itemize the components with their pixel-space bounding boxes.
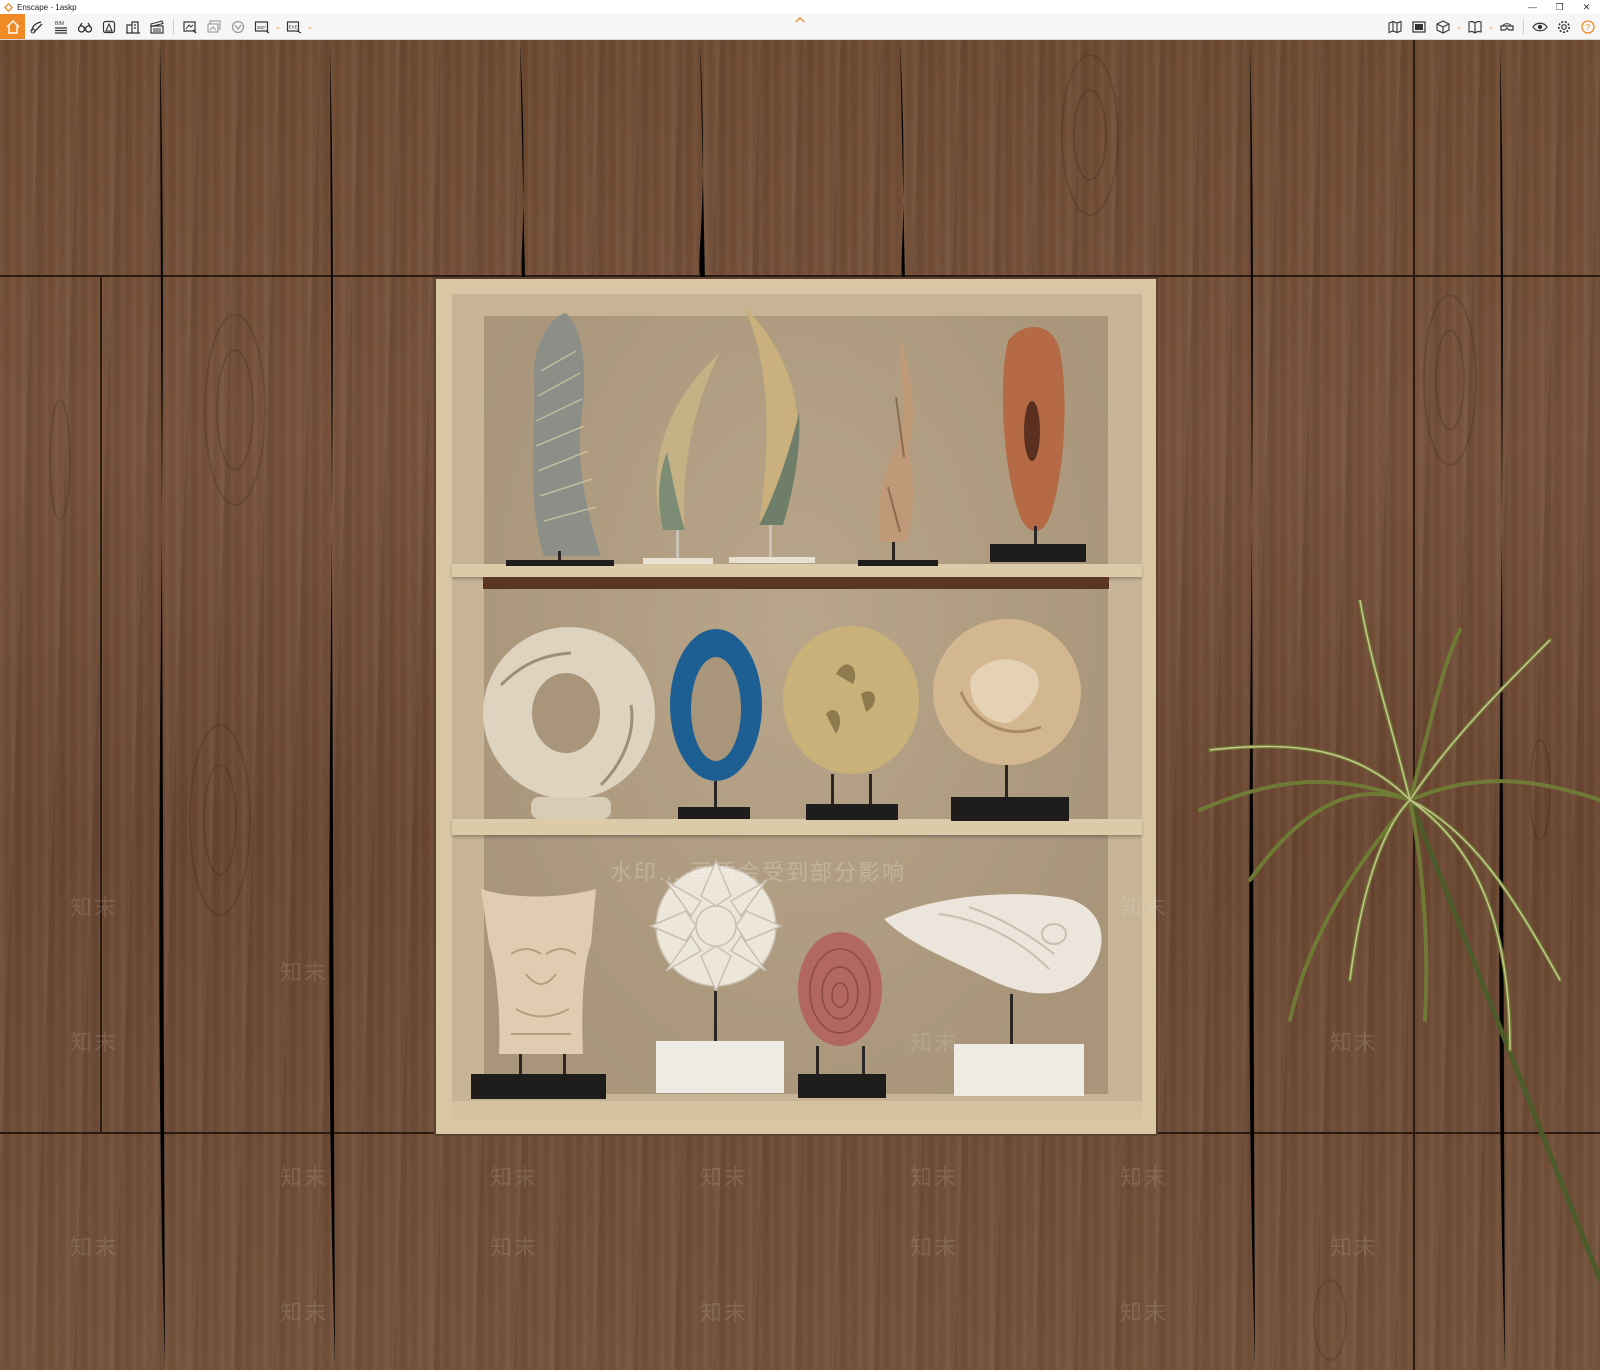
atmosphere-icon: [102, 20, 116, 33]
eye-icon: [1532, 22, 1548, 31]
home-button[interactable]: [0, 14, 25, 39]
close-button[interactable]: ✕: [1573, 0, 1600, 14]
bim-icon: BIM: [55, 21, 67, 34]
visibility-button[interactable]: [1528, 14, 1552, 39]
atmosphere-button[interactable]: [97, 14, 121, 39]
settings-button[interactable]: [1552, 14, 1576, 39]
panorama-label: 360°: [257, 25, 267, 30]
render-viewport[interactable]: 水印… 画质会受到部分影响 知末 知末 知末 知末 知末 知末 知末 知末 知末…: [0, 40, 1600, 1370]
batch-render-icon: [207, 19, 221, 33]
window-controls: — ❐ ✕: [1519, 0, 1600, 14]
vr-icon: [231, 20, 245, 33]
driftwood-sculpture: [858, 337, 938, 566]
red-oval-sculpture: [798, 932, 886, 1098]
toolbar-right-group: ⌄ ⌄ ?: [1383, 14, 1600, 39]
export-label: EXE: [289, 24, 298, 29]
batch-render-button[interactable]: [202, 14, 226, 39]
asset-library-icon: [30, 20, 43, 33]
export-button[interactable]: EXE: [282, 14, 306, 39]
panorama-dropdown-caret[interactable]: ⌄: [274, 14, 282, 39]
pierced-disc-sculpture: [783, 626, 919, 820]
clapperboard-icon: [150, 19, 164, 34]
restore-button[interactable]: ❐: [1546, 0, 1573, 14]
headset-icon: [1500, 22, 1514, 31]
help-button[interactable]: ?: [1576, 14, 1600, 39]
cube-button[interactable]: [1431, 14, 1455, 39]
export-dropdown-caret[interactable]: ⌄: [306, 14, 314, 39]
bim-label: BIM: [55, 21, 64, 27]
niche-floor: [452, 1101, 1142, 1119]
carved-wood-slab-sculpture: [990, 327, 1086, 562]
white-bird-sculpture: [884, 894, 1102, 1096]
blue-oval-sculpture: [670, 629, 762, 819]
carved-tribal-mask-sculpture: [471, 889, 606, 1099]
white-lotus-flower-sculpture: [649, 859, 784, 1093]
book-icon: [1468, 20, 1482, 34]
home-icon: [6, 19, 19, 34]
cube-icon: [1436, 19, 1450, 34]
feather-sculpture: [506, 313, 614, 566]
panorama-icon: 360°: [254, 20, 270, 33]
chevron-up-icon: [795, 16, 805, 22]
screenshot-icon: [183, 20, 197, 33]
white-ring-sculpture: [483, 627, 655, 819]
window-title: Enscape - 1askp: [17, 2, 77, 12]
headset-button[interactable]: [1495, 14, 1519, 39]
gear-icon: [1558, 20, 1570, 33]
potted-palm-plant: [1198, 600, 1600, 1283]
binoculars-button[interactable]: [73, 14, 97, 39]
screenshot-button[interactable]: [178, 14, 202, 39]
wood-trim-strip: [483, 577, 1109, 589]
display-niche: [436, 279, 1156, 1134]
book-dropdown-caret[interactable]: ⌄: [1487, 14, 1495, 39]
views-button[interactable]: [1407, 14, 1431, 39]
toolbar-separator: [1523, 18, 1524, 35]
clapper-button[interactable]: [145, 14, 169, 39]
binoculars-icon: [77, 22, 93, 33]
round-wood-slice-sculpture: [933, 619, 1081, 821]
toolbar-separator: [173, 18, 174, 35]
panorama-button[interactable]: 360°: [250, 14, 274, 39]
views-icon: [1412, 20, 1426, 33]
assets-button[interactable]: [25, 14, 49, 39]
map-button[interactable]: [1383, 14, 1407, 39]
tall-horn-sculpture: [729, 305, 815, 563]
collapse-toolbar-button[interactable]: [792, 14, 808, 24]
cube-dropdown-caret[interactable]: ⌄: [1455, 14, 1463, 39]
enscape-logo-icon: [3, 2, 13, 12]
minimize-button[interactable]: —: [1519, 0, 1546, 14]
map-icon: [1388, 20, 1402, 33]
book-button[interactable]: [1463, 14, 1487, 39]
buildings-icon: [126, 20, 140, 34]
title-bar: Enscape - 1askp — ❐ ✕: [0, 0, 1600, 14]
export-icon: EXE: [286, 20, 302, 34]
toolbar-left-group: BIM 360° ⌄ EXE ⌄: [0, 14, 314, 39]
help-label: ?: [1586, 23, 1591, 32]
buildings-button[interactable]: [121, 14, 145, 39]
small-horn-sculpture: [643, 354, 719, 564]
vr-button[interactable]: [226, 14, 250, 39]
help-icon: ?: [1581, 19, 1595, 34]
bim-button[interactable]: BIM: [49, 14, 73, 39]
